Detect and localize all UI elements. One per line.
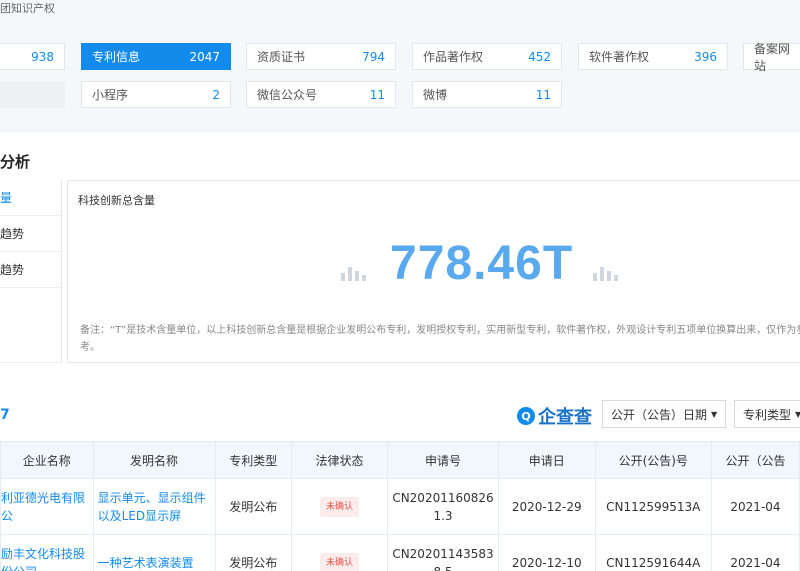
- chevron-down-icon: ▼: [795, 409, 800, 419]
- side-tab-label: 趋势: [0, 227, 25, 241]
- side-tab-label: 趋势: [0, 263, 25, 277]
- category-tile-unknown[interactable]: 938: [0, 43, 65, 70]
- tile-label: 微信公众号: [257, 88, 318, 102]
- tile-count: 938: [31, 49, 54, 64]
- column-header[interactable]: 专利类型: [214, 441, 293, 479]
- patent-type: 发明公布: [214, 534, 293, 571]
- company-link[interactable]: 利亚德光电有限公: [0, 478, 94, 535]
- tech-content-value: 778.46T: [390, 237, 574, 290]
- tile-count: 2047: [189, 49, 220, 64]
- category-tile-mini-program[interactable]: 小程序 2: [81, 81, 231, 108]
- category-tile-websites[interactable]: 备案网站: [743, 42, 800, 73]
- ip-category-bar: 团知识产权 938 专利信息 2047 资质证书 794 作品著作权 452 软…: [0, 0, 800, 122]
- bar-chart-icon: [341, 267, 366, 281]
- column-header[interactable]: 申请日: [497, 441, 596, 479]
- tile-count: 452: [528, 49, 551, 64]
- patent-list-section: 7 Q 企查查 公开（公告）日期 ▼ 专利类型 ▼ 企业名称 发明名称 专利类型…: [0, 363, 800, 571]
- tile-label: 专利信息: [92, 50, 141, 64]
- publication-date: 2021-04: [710, 478, 800, 535]
- category-tile-patents[interactable]: 专利信息 2047: [81, 43, 231, 70]
- column-header[interactable]: 公开(公告)号: [594, 441, 712, 479]
- panel-title: 科技创新总含量: [78, 194, 155, 207]
- application-number: CN202011608261.3: [387, 478, 499, 535]
- invention-title-link[interactable]: 显示单元、显示组件以及LED显示屏: [92, 478, 216, 535]
- tile-count: 2: [212, 87, 220, 102]
- analysis-section: 分析 量 趋势 趋势 科技创新总含量 778.46T 备注：“T”是技术含量单位…: [0, 133, 800, 363]
- status-badge: 未确认: [320, 497, 360, 517]
- category-tile-works-copyright[interactable]: 作品著作权 452: [412, 43, 562, 70]
- patent-table: 企业名称 发明名称 专利类型 法律状态 申请号 申请日 公开(公告)号 公开（公…: [0, 441, 800, 571]
- column-header[interactable]: 申请号: [387, 441, 499, 479]
- breadcrumb: 团知识产权: [0, 2, 55, 15]
- company-link[interactable]: 励丰文化科技股份公司: [0, 534, 94, 571]
- side-tab-trend-1[interactable]: 趋势: [0, 216, 62, 252]
- column-header[interactable]: 发明名称: [92, 441, 216, 479]
- qcc-logo: Q 企查查: [517, 403, 592, 429]
- table-row: 利亚德光电有限公 显示单元、显示组件以及LED显示屏 发明公布 未确认 CN20…: [0, 478, 800, 535]
- side-tab-trend-2[interactable]: 趋势: [0, 252, 62, 288]
- publish-date-filter[interactable]: 公开（公告）日期 ▼: [602, 400, 727, 428]
- side-tab-empty: [0, 288, 62, 363]
- logo-text: 企查查: [538, 407, 592, 428]
- legal-status-cell: 未确认: [291, 478, 389, 535]
- application-date: 2020-12-29: [497, 478, 596, 535]
- category-tile-certificates[interactable]: 资质证书 794: [246, 43, 396, 70]
- category-tile-weibo[interactable]: 微博 11: [412, 81, 562, 108]
- section-title: 分析: [0, 153, 31, 171]
- patent-count: 7: [0, 407, 10, 423]
- qcc-logo-icon: Q: [517, 407, 535, 425]
- category-tile-software-copyright[interactable]: 软件著作权 396: [578, 43, 728, 70]
- tile-label: 软件著作权: [589, 50, 650, 64]
- legal-status-cell: 未确认: [291, 534, 389, 571]
- column-header[interactable]: 企业名称: [0, 441, 94, 479]
- tile-count: 11: [535, 87, 551, 102]
- invention-title-link[interactable]: 一种艺术表演装置: [92, 534, 216, 571]
- application-number: CN202011435838.5: [387, 534, 499, 571]
- chevron-down-icon: ▼: [711, 409, 718, 419]
- tile-count: 11: [369, 87, 385, 102]
- publication-date: 2021-04: [710, 534, 800, 571]
- tile-label: 小程序: [92, 88, 129, 102]
- tile-count: 396: [694, 49, 717, 64]
- application-date: 2020-12-10: [497, 534, 596, 571]
- tile-label: 作品著作权: [423, 50, 484, 64]
- table-row: 励丰文化科技股份公司 一种艺术表演装置 发明公布 未确认 CN202011435…: [0, 534, 800, 571]
- tile-label: 微博: [423, 88, 448, 102]
- filter-label: 专利类型: [743, 407, 792, 422]
- tile-label: 资质证书: [257, 50, 306, 64]
- side-tab-label: 量: [0, 191, 13, 205]
- tile-label: 备案网站: [754, 41, 791, 73]
- tile-count: 794: [362, 49, 385, 64]
- publication-number: CN112599513A: [594, 478, 712, 535]
- category-tile-wechat[interactable]: 微信公众号 11: [246, 81, 396, 108]
- status-badge: 未确认: [320, 553, 360, 571]
- bar-chart-icon: [593, 267, 618, 281]
- publication-number: CN112591644A: [594, 534, 712, 571]
- table-header-row: 企业名称 发明名称 专利类型 法律状态 申请号 申请日 公开(公告)号 公开（公…: [0, 441, 800, 479]
- column-header[interactable]: 公开（公告: [710, 441, 800, 479]
- column-header[interactable]: 法律状态: [291, 441, 389, 479]
- patent-type-filter[interactable]: 专利类型 ▼: [734, 400, 800, 428]
- category-tile-blank: [0, 81, 65, 108]
- tech-content-panel: 科技创新总含量 778.46T 备注：“T”是技术含量单位，以上科技创新总含量是…: [67, 180, 800, 363]
- filter-label: 公开（公告）日期: [611, 407, 708, 422]
- patent-type: 发明公布: [214, 478, 293, 535]
- panel-note: 备注：“T”是技术含量单位，以上科技创新总含量是根据企业发明公布专利，发明授权专…: [80, 325, 800, 353]
- side-tab-total[interactable]: 量: [0, 180, 62, 216]
